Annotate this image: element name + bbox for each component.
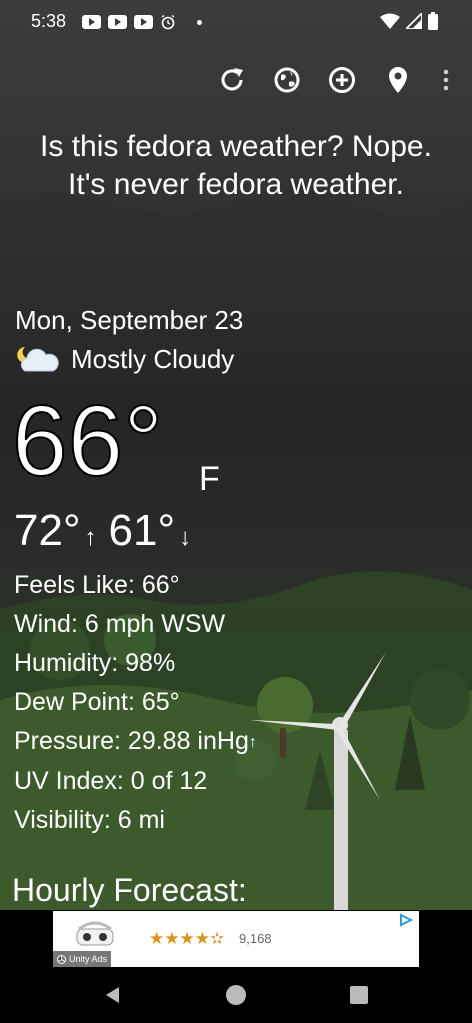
home-button[interactable] (223, 982, 249, 1008)
back-button[interactable] (100, 982, 126, 1008)
status-time: 5:38 (31, 11, 67, 31)
weather-headline: Is this fedora weather? Nope. It's never… (40, 130, 432, 201)
dew-point: Dew Point: 65° (14, 688, 180, 716)
recents-button[interactable] (346, 982, 372, 1008)
unity-logo-icon (57, 954, 66, 964)
wind: Wind: 6 mph WSW (14, 610, 226, 638)
low-temperature: 61° (108, 506, 176, 555)
app-toolbar (0, 60, 472, 100)
ad-banner[interactable]: ★★★★✫ 9,168 Unity Ads (53, 911, 419, 967)
weather-details: Feels Like: 66° Wind: 6 mph WSW Humidity… (14, 566, 257, 840)
signal-icon (406, 13, 422, 29)
battery-icon (428, 12, 438, 30)
ad-rating-count: 9,168 (239, 931, 272, 946)
home-icon (226, 985, 246, 1005)
youtube-notification-icon (134, 15, 153, 29)
radar-globe-icon (274, 67, 300, 93)
location-button[interactable] (380, 62, 416, 98)
temperature-unit: F (199, 460, 220, 498)
navigation-bar (0, 968, 472, 1023)
pressure-trend-icon: ↑ (248, 733, 257, 751)
location-pin-icon (389, 67, 407, 93)
high-arrow-icon: ↑ (84, 524, 97, 551)
status-bar: 5:38 (0, 0, 472, 46)
overflow-menu-icon (443, 69, 449, 91)
youtube-notification-icon (108, 15, 127, 29)
radar-button[interactable] (269, 62, 305, 98)
current-condition: Mostly Cloudy (15, 343, 234, 375)
alarm-icon (161, 14, 175, 30)
dot-icon (197, 19, 202, 25)
partly-cloudy-night-icon (17, 347, 59, 372)
add-location-button[interactable] (324, 62, 360, 98)
wifi-icon (380, 13, 400, 29)
current-date: Mon, September 23 (15, 305, 244, 335)
unity-ads-label: Unity Ads (53, 951, 112, 967)
hourly-forecast-title: Hourly Forecast: (12, 872, 247, 908)
unity-ads-text: Unity Ads (69, 954, 108, 964)
condition-label: Mostly Cloudy (71, 343, 235, 374)
youtube-notification-icon (82, 15, 101, 29)
low-arrow-icon: ↓ (179, 524, 192, 551)
current-temperature: 66° (11, 385, 164, 497)
add-location-icon (329, 67, 355, 93)
vr-headset-ad-image (76, 921, 114, 946)
refresh-icon (221, 68, 243, 91)
high-temperature: 72° (14, 506, 81, 555)
back-icon (106, 987, 119, 1003)
overflow-menu-button[interactable] (428, 62, 464, 98)
feels-like: Feels Like: 66° (14, 571, 180, 599)
pressure: Pressure: 29.88 inHg↑ (14, 722, 257, 762)
high-low-temperatures: 72° ↑ 61° ↓ (14, 505, 203, 564)
ad-choices-icon[interactable] (399, 913, 413, 927)
visibility: Visibility: 6 mi (14, 805, 165, 834)
ad-rating-stars: ★★★★✫ (149, 929, 225, 948)
weather-screen: 5:38 Is this fedora weather? Nope. It's … (0, 0, 472, 910)
uv-index: UV Index: 0 of 12 (14, 766, 208, 795)
humidity: Humidity: 98% (14, 649, 176, 677)
refresh-button[interactable] (214, 62, 250, 98)
pressure-value: Pressure: 29.88 inHg (14, 727, 249, 755)
recents-icon (350, 986, 368, 1004)
